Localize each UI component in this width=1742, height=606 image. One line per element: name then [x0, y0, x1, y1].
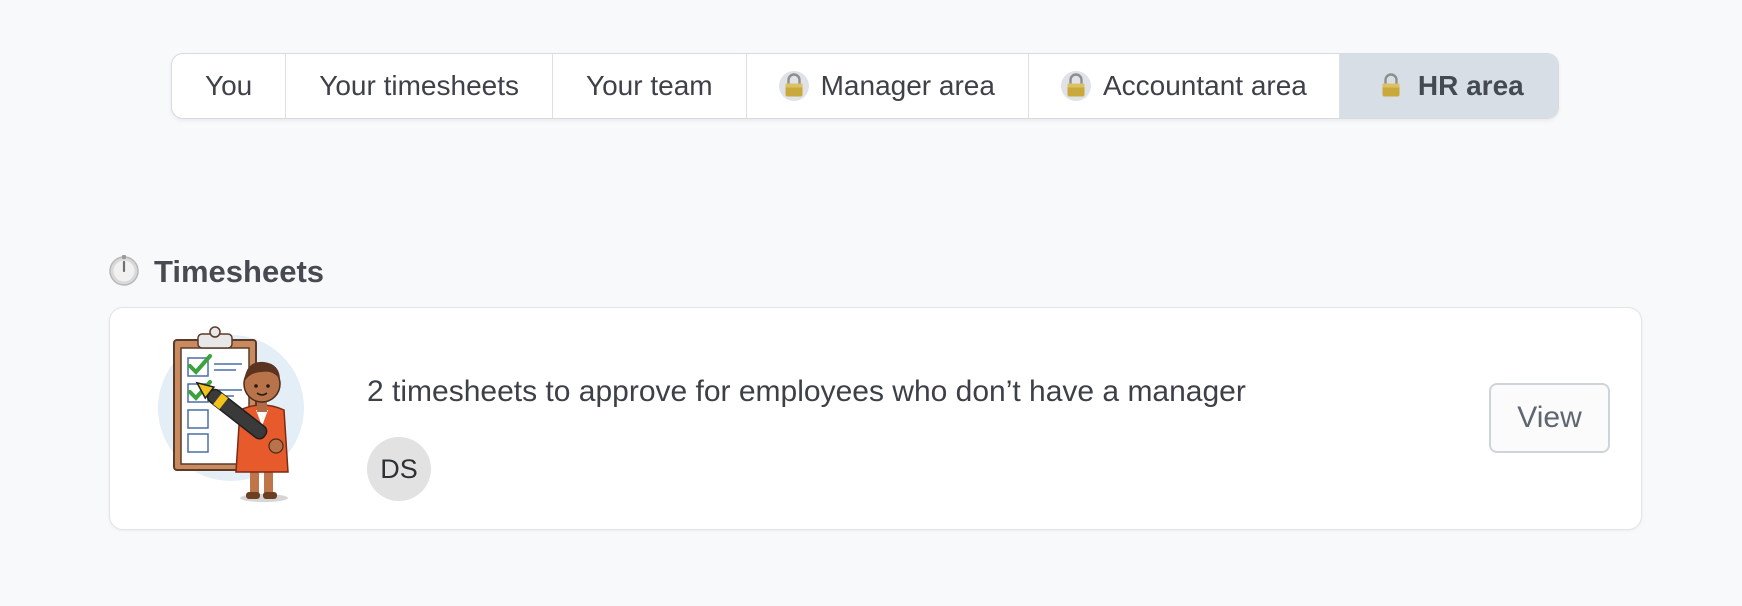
view-button[interactable]: View	[1489, 383, 1610, 453]
lock-icon	[778, 69, 809, 103]
tab-label: Manager area	[820, 70, 995, 101]
avatar[interactable]: DS	[367, 437, 431, 501]
approval-message: 2 timesheets to approve for employees wh…	[367, 375, 1246, 408]
section-title: Timesheets	[154, 254, 325, 289]
tab-label: HR area	[1417, 70, 1524, 101]
tab-accountant-area[interactable]: Accountant area	[1029, 54, 1340, 118]
tab-label: You	[205, 70, 253, 101]
tab-manager-area[interactable]: Manager area	[747, 54, 1029, 118]
tab-label: Your team	[586, 70, 713, 101]
tab-you[interactable]: You	[172, 54, 287, 118]
tab-your-team[interactable]: Your team	[553, 54, 747, 118]
section-heading: Timesheets	[108, 252, 324, 292]
timesheets-approval-card: 2 timesheets to approve for employees wh…	[109, 307, 1642, 530]
tab-label: Your timesheets	[319, 70, 519, 101]
area-tab-bar: You Your timesheets Your team Manager ar…	[171, 53, 1559, 119]
avatar-initials: DS	[380, 453, 418, 484]
lock-icon	[1376, 69, 1406, 103]
clipboard-checklist-person-illustration	[158, 318, 308, 506]
tab-your-timesheets[interactable]: Your timesheets	[286, 54, 553, 118]
tab-label: Accountant area	[1102, 70, 1307, 101]
tab-hr-area[interactable]: HR area	[1339, 54, 1558, 118]
lock-icon	[1060, 69, 1091, 103]
stopwatch-icon	[108, 254, 140, 291]
